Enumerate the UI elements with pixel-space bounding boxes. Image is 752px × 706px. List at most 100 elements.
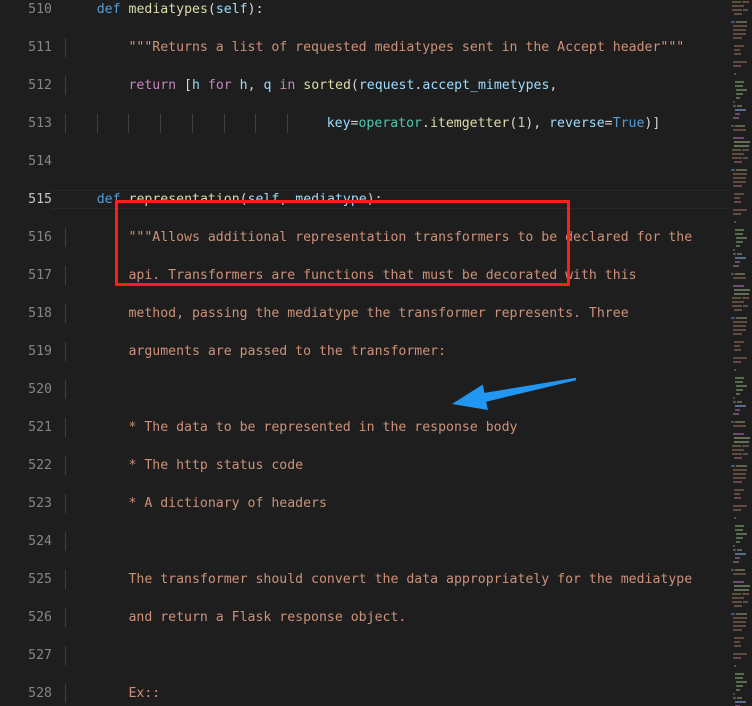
minimap-segment (733, 321, 747, 323)
indent-guide (65, 342, 66, 361)
code-line[interactable]: 518 method, passing the mediatype the tra… (0, 304, 730, 323)
code-line[interactable]: 524 (0, 532, 730, 551)
indent-guide (65, 114, 66, 133)
minimap-segment (734, 201, 741, 203)
code-line[interactable]: 510 def mediatypes(self): (0, 0, 730, 19)
minimap-segment (732, 149, 741, 151)
line-number: 510 (28, 2, 52, 17)
minimap-segment (737, 253, 742, 255)
minimap-segment (743, 453, 748, 455)
indent-guide (65, 532, 66, 551)
minimap-segment (735, 85, 743, 87)
code-token: arguments are passed to the transformer: (128, 344, 447, 359)
code-line[interactable]: 528 Ex:: (0, 684, 730, 703)
minimap-segment (733, 61, 747, 63)
line-number: 513 (28, 116, 52, 131)
minimap-segment (734, 369, 736, 371)
line-number: 519 (28, 344, 52, 359)
minimap-segment (734, 489, 744, 491)
minimap-segment (733, 117, 739, 119)
code-editor[interactable]: 510 def mediatypes(self): 511 """Returns a … (0, 0, 752, 706)
code-line[interactable]: 515 def representation(self, mediatype): (0, 190, 730, 209)
indent-guide (223, 114, 225, 133)
minimap-segment (743, 601, 748, 603)
code-line-text: """Returns a list of requested mediatype… (128, 38, 684, 57)
code-line[interactable]: 514 (0, 152, 730, 171)
code-line[interactable]: 517 api. Transformers are functions that … (0, 266, 730, 285)
minimap-segment (735, 701, 746, 703)
minimap-segment (733, 29, 746, 31)
code-line[interactable]: 511 """Returns a list of requested mediat… (0, 38, 730, 57)
code-token: mediatype (295, 192, 367, 207)
line-number: 511 (28, 40, 52, 55)
indent-guide (65, 684, 66, 703)
code-token: def (96, 192, 121, 207)
code-token: [ (176, 78, 192, 93)
code-token: , (247, 78, 264, 93)
minimap-segment (733, 213, 741, 215)
minimap-segment (733, 209, 747, 211)
minimap-segment (734, 49, 740, 51)
code-line[interactable]: 512 return [h for h, q in sorted(request.… (0, 76, 730, 95)
minimap-segment (732, 157, 742, 159)
code-token: accept_mimetypes (422, 78, 550, 93)
code-line-text: * The http status code (128, 456, 303, 475)
minimap-segment (733, 621, 746, 623)
minimap-segment (736, 237, 747, 239)
minimap-segment (734, 197, 740, 199)
code-line[interactable]: 521 * The data to be represented in the r… (0, 418, 730, 437)
minimap-segment (735, 421, 745, 423)
code-line[interactable]: 525 The transformer should convert the da… (0, 570, 730, 589)
minimap-segment (735, 125, 745, 127)
code-token: . (422, 116, 430, 131)
code-token: operator (358, 116, 422, 131)
code-line[interactable]: 522 * The http status code (0, 456, 730, 475)
indent-guide (96, 114, 98, 133)
minimap-segment (735, 405, 746, 407)
minimap-segment (735, 673, 744, 675)
minimap-segment (733, 333, 742, 335)
minimap-segment (733, 329, 746, 331)
code-line[interactable]: 520 (0, 380, 730, 399)
code-line[interactable]: 526 and return a Flask response object. (0, 608, 730, 627)
code-line[interactable]: 519 arguments are passed to the transform… (0, 342, 730, 361)
minimap-segment (736, 541, 740, 543)
minimap-segment (733, 653, 747, 655)
line-number: 516 (28, 230, 52, 245)
code-text-area[interactable]: 510 def mediatypes(self): 511 """Returns a … (0, 0, 730, 706)
minimap-segment (734, 641, 740, 643)
code-token: h (191, 78, 200, 93)
indent-guide (128, 114, 130, 133)
code-line[interactable]: 523 * A dictionary of headers (0, 494, 730, 513)
minimap-segment (735, 409, 740, 411)
minimap-segment (733, 65, 741, 67)
minimap-segment (733, 325, 746, 327)
indent-guide (160, 114, 162, 133)
code-line[interactable]: 513 key=operator.itemgetter(1), reverse=T… (0, 114, 730, 133)
line-number: 527 (28, 648, 52, 663)
minimap-segment (733, 181, 746, 183)
code-token: ): (247, 2, 264, 17)
minimap-segment (735, 677, 743, 679)
minimap-segment (735, 381, 743, 383)
minimap-segment (736, 685, 743, 687)
minimap-segment (743, 305, 748, 307)
minimap-segment (735, 569, 745, 571)
minimap-segment (731, 273, 734, 275)
minimap-segment (734, 349, 741, 351)
indent-guide (65, 608, 66, 627)
code-line[interactable]: 527 (0, 646, 730, 665)
minimap[interactable] (730, 0, 752, 706)
minimap-segment (733, 473, 746, 475)
minimap-segment (732, 601, 742, 603)
minimap-segment (735, 525, 744, 527)
minimap-segment (732, 297, 741, 299)
minimap-segment (731, 169, 735, 171)
code-token: key (326, 116, 351, 131)
code-token: mediatypes (128, 2, 208, 17)
code-line[interactable]: 516 """Allows additional representation t… (0, 228, 730, 247)
line-number: 512 (28, 78, 52, 93)
minimap-segment (735, 113, 740, 115)
minimap-segment (735, 557, 740, 559)
code-line-text: def representation(self, mediatype): (97, 190, 383, 209)
